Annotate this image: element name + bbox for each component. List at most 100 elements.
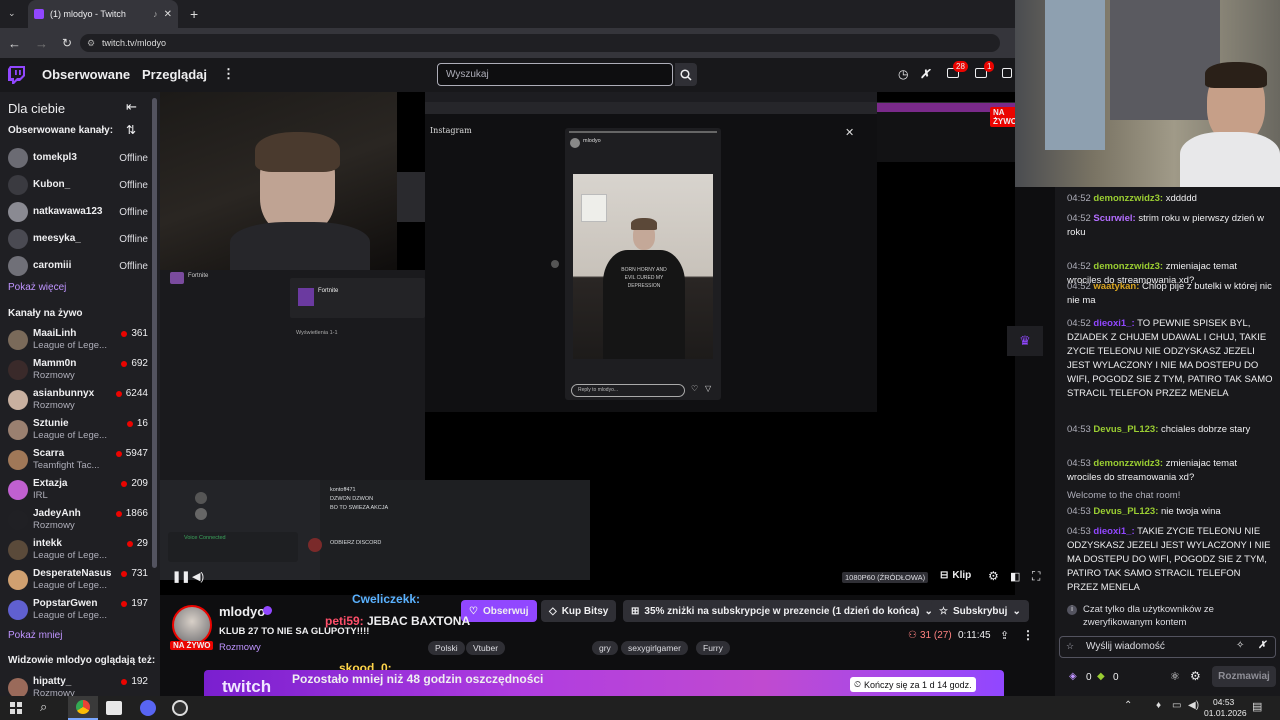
viewer-count: 29 [126,538,148,549]
collapse-sidebar-icon[interactable]: ⇤ [126,99,137,115]
chat-send-button[interactable]: Rozmawiaj [1212,666,1276,687]
stream-tag[interactable]: sexygirlgamer [621,641,688,655]
chat-input[interactable]: ☆ Wyślij wiadomość ✧ ✗ [1059,636,1276,658]
channel-points-icon[interactable]: ◈ [1069,671,1077,682]
reload-icon[interactable]: ↻ [62,36,72,50]
prime-icon[interactable]: ✗ [920,67,930,81]
channel-avatar [8,330,28,350]
live-channel-item[interactable]: intekk League of Lege... 29 [0,536,148,566]
clock-date[interactable]: 01.01.2026 [1204,708,1247,718]
live-channel-item[interactable]: Scarra Teamfight Tac... 5947 [0,446,148,476]
nav-followed-link[interactable]: Obserwowane [42,67,130,82]
followed-channel-item[interactable]: Kubon_ Offline [0,171,148,201]
sort-icon[interactable]: ⇅ [126,123,136,137]
forward-icon[interactable]: → [35,36,48,51]
promo-banner[interactable]: twitch Pozostało mniej niż 48 godzin osz… [204,670,1004,696]
live-channel-item[interactable]: Extazja IRL 209 [0,476,148,506]
activity-icon[interactable]: ◷ [898,67,908,81]
chat-identity-icon[interactable]: ⚛ [1170,670,1180,683]
pause-icon[interactable]: ❚❚ [172,570,190,583]
live-channel-item[interactable]: PopstarGwen League of Lege... 197 [0,596,148,626]
stream-tag[interactable]: Furry [696,641,730,655]
streamer-avatar[interactable] [172,605,212,645]
clock-time[interactable]: 04:53 [1213,697,1234,707]
chat-badge-icon[interactable]: ☆ [1066,641,1074,652]
show-more-link[interactable]: Pokaż więcej [8,282,66,293]
clip-button[interactable]: ⊟ Klip [940,570,971,581]
share-icon[interactable]: ⇪ [1000,629,1009,642]
wallet-icon[interactable] [1002,68,1012,78]
bits-balance-icon[interactable]: ◆ [1097,671,1105,682]
buy-bits-button[interactable]: ◇ Kup Bitsy [541,600,617,622]
follow-button[interactable]: ♡ Obserwuj [461,600,537,622]
subscribe-button[interactable]: ☆ Subskrybuj ⌄ [931,600,1029,622]
followed-channel-item[interactable]: caromiii Offline [0,252,148,282]
browser-tab[interactable]: (1) mlodyo - Twitch ♪ ✕ [28,0,178,28]
network-icon[interactable]: ▭ [1172,700,1181,711]
windows-start-icon[interactable] [10,702,22,714]
microphone-icon[interactable]: ♦ [1156,700,1161,711]
chat-username[interactable]: Scurwiel: [1093,213,1135,224]
taskbar-search-icon[interactable]: ⌕ [40,699,47,715]
followed-channel-item[interactable]: meesyka_ Offline [0,225,148,255]
search-button[interactable] [675,63,697,86]
live-channel-item[interactable]: asianbunnyx Rozmowy 6244 [0,386,148,416]
chat-username[interactable]: demonzzwidz3: [1093,261,1163,272]
chrome-taskbar-icon[interactable] [68,696,98,720]
stream-category-link[interactable]: Rozmowy [219,642,261,653]
discord-taskbar-icon[interactable] [140,700,156,716]
twitch-logo-icon[interactable] [8,66,25,84]
new-tab-icon[interactable]: + [190,6,198,22]
emote-icon[interactable]: ✗ [1258,640,1266,651]
live-channel-item[interactable]: DesperateNasus League of Lege... 731 [0,566,148,596]
chat-username[interactable]: Devus_PL123: [1093,506,1158,517]
file-explorer-taskbar-icon[interactable] [106,701,122,715]
stream-tag[interactable]: gry [592,641,618,655]
chat-username[interactable]: waatykan: [1093,281,1139,292]
gift-promo-button[interactable]: ⊞ 35% zniżki na subskrypcje w prezencie (… [623,600,941,622]
tray-chevron-icon[interactable]: ⌃ [1124,700,1132,711]
video-player[interactable]: Fortnite Fortnite Wyświetlenia 1-1 Insta… [160,92,1043,595]
notifications-center-icon[interactable]: ▤ [1252,700,1262,713]
live-channel-item[interactable]: Mamm0n Rozmowy 692 [0,356,148,386]
settings-icon[interactable]: ⚙ [988,569,999,583]
chat-username[interactable]: dieoxi1_: [1093,318,1134,329]
volume-icon[interactable]: ◀) [192,570,204,583]
chat-username[interactable]: dieoxi1_: [1093,526,1134,537]
tab-list-icon[interactable]: ⌄ [8,8,20,20]
chat-settings-icon[interactable]: ⚙ [1190,669,1201,683]
followed-channel-item[interactable]: natkawawa123 Offline [0,198,148,228]
windows-taskbar: ⌕ ⌃ ♦ ▭ ◀) 04:53 01.01.2026 ▤ [0,696,1280,720]
more-menu-icon[interactable]: ⋮ [222,66,235,82]
site-info-icon[interactable]: ⚙ [87,34,95,52]
volume-tray-icon[interactable]: ◀) [1188,700,1199,711]
url-field[interactable]: ⚙ twitch.tv/mlodyo [80,34,1000,52]
banner-timer-text: Kończy się za 1 d 14 godz. [864,679,972,690]
sidebar-scrollbar[interactable] [152,98,157,568]
tab-close-icon[interactable]: ✕ [164,9,172,20]
nav-browse-link[interactable]: Przeglądaj [142,67,207,82]
chat-username[interactable]: demonzzwidz3: [1093,458,1163,469]
crown-icon[interactable]: ♛ [1007,326,1043,356]
bits-cheer-icon[interactable]: ✧ [1236,640,1244,651]
live-channel-item[interactable]: JadeyAnh Rozmowy 1866 [0,506,148,536]
theatre-mode-icon[interactable]: ◧ [1010,570,1020,583]
chat-timestamp: 04:52 [1067,261,1091,272]
streamer-name[interactable]: mlodyo [219,604,265,619]
more-options-icon[interactable]: ⋮ [1022,628,1034,642]
tab-title: (1) mlodyo - Twitch [50,9,126,19]
chat-username[interactable]: demonzzwidz3: [1093,193,1163,204]
fullscreen-icon[interactable]: ⛶ [1032,569,1040,584]
obs-taskbar-icon[interactable] [172,700,188,716]
search-input[interactable]: Wyszukaj [437,63,673,86]
followed-channel-item[interactable]: tomekpl3 Offline [0,144,148,174]
verified-only-notice: i Czat tylko dla użytkowników ze zweryfi… [1059,603,1276,637]
stream-tag[interactable]: Vtuber [466,641,506,655]
live-channel-item[interactable]: MaaiLinh League of Lege... 361 [0,326,148,356]
chat-username[interactable]: Devus_PL123: [1093,424,1158,435]
live-channel-item[interactable]: Sztunie League of Lege... 16 [0,416,148,446]
stream-tag[interactable]: Polski [428,641,465,655]
back-icon[interactable]: ← [8,36,21,51]
tab-audio-icon[interactable]: ♪ [153,9,158,19]
show-less-link[interactable]: Pokaż mniej [8,630,62,641]
